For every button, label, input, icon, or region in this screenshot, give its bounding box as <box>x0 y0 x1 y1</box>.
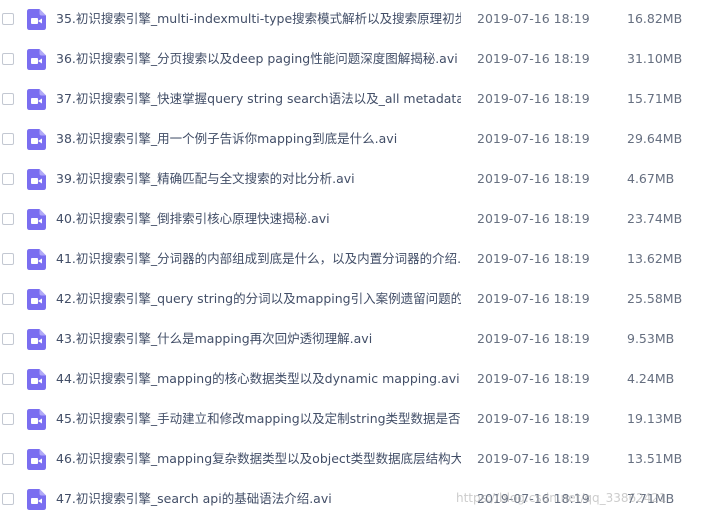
row-checkbox[interactable] <box>2 173 14 185</box>
file-name[interactable]: 39.初识搜索引擎_精确匹配与全文搜索的对比分析.avi <box>56 171 461 187</box>
file-row[interactable]: 37.初识搜索引擎_快速掌握query string search语法以及_al… <box>0 80 705 120</box>
file-size: 16.82MB <box>627 11 683 26</box>
file-row[interactable]: 40.初识搜索引擎_倒排索引核心原理快速揭秘.avi 2019-07-16 18… <box>0 200 705 240</box>
file-date: 2019-07-16 18:19 <box>477 91 590 106</box>
file-row[interactable]: 41.初识搜索引擎_分词器的内部组成到底是什么，以及内置分词器的介绍.avi 2… <box>0 240 705 280</box>
video-file-icon <box>27 489 46 510</box>
row-checkbox[interactable] <box>2 213 14 225</box>
file-name[interactable]: 35.初识搜索引擎_multi-indexmulti-type搜索模式解析以及搜… <box>56 11 461 27</box>
file-size: 9.53MB <box>627 331 675 346</box>
file-name[interactable]: 42.初识搜索引擎_query string的分词以及mapping引入案例遗留… <box>56 291 461 307</box>
file-date: 2019-07-16 18:19 <box>477 371 590 386</box>
file-date: 2019-07-16 18:19 <box>477 11 590 26</box>
file-name[interactable]: 36.初识搜索引擎_分页搜索以及deep paging性能问题深度图解揭秘.av… <box>56 51 461 67</box>
row-checkbox[interactable] <box>2 453 14 465</box>
file-row[interactable]: 36.初识搜索引擎_分页搜索以及deep paging性能问题深度图解揭秘.av… <box>0 40 705 80</box>
file-date: 2019-07-16 18:19 <box>477 51 590 66</box>
file-size: 15.71MB <box>627 91 683 106</box>
file-size: 13.51MB <box>627 451 683 466</box>
watermark: https://blog.csdn.net/qq_33862421 <box>456 491 667 505</box>
file-size: 25.58MB <box>627 291 683 306</box>
video-file-icon <box>27 369 46 390</box>
row-checkbox[interactable] <box>2 293 14 305</box>
file-date: 2019-07-16 18:19 <box>477 131 590 146</box>
video-file-icon <box>27 9 46 30</box>
file-size: 13.62MB <box>627 251 683 266</box>
row-checkbox[interactable] <box>2 53 14 65</box>
file-row[interactable]: 42.初识搜索引擎_query string的分词以及mapping引入案例遗留… <box>0 280 705 320</box>
file-date: 2019-07-16 18:19 <box>477 291 590 306</box>
file-name[interactable]: 46.初识搜索引擎_mapping复杂数据类型以及object类型数据底层结构大… <box>56 451 461 467</box>
row-checkbox[interactable] <box>2 253 14 265</box>
file-size: 29.64MB <box>627 131 683 146</box>
file-row[interactable]: 35.初识搜索引擎_multi-indexmulti-type搜索模式解析以及搜… <box>0 0 705 40</box>
file-row[interactable]: 39.初识搜索引擎_精确匹配与全文搜索的对比分析.avi 2019-07-16 … <box>0 160 705 200</box>
file-size: 31.10MB <box>627 51 683 66</box>
file-size: 4.24MB <box>627 371 675 386</box>
row-checkbox[interactable] <box>2 93 14 105</box>
file-list: 35.初识搜索引擎_multi-indexmulti-type搜索模式解析以及搜… <box>0 0 705 516</box>
row-checkbox[interactable] <box>2 373 14 385</box>
file-date: 2019-07-16 18:19 <box>477 171 590 186</box>
file-row[interactable]: 38.初识搜索引擎_用一个例子告诉你mapping到底是什么.avi 2019-… <box>0 120 705 160</box>
row-checkbox[interactable] <box>2 413 14 425</box>
file-name[interactable]: 43.初识搜索引擎_什么是mapping再次回炉透彻理解.avi <box>56 331 461 347</box>
video-file-icon <box>27 409 46 430</box>
video-file-icon <box>27 209 46 230</box>
file-row[interactable]: 43.初识搜索引擎_什么是mapping再次回炉透彻理解.avi 2019-07… <box>0 320 705 360</box>
video-file-icon <box>27 89 46 110</box>
file-date: 2019-07-16 18:19 <box>477 251 590 266</box>
file-name[interactable]: 40.初识搜索引擎_倒排索引核心原理快速揭秘.avi <box>56 211 461 227</box>
row-checkbox[interactable] <box>2 493 14 505</box>
video-file-icon <box>27 249 46 270</box>
video-file-icon <box>27 329 46 350</box>
file-row[interactable]: 44.初识搜索引擎_mapping的核心数据类型以及dynamic mappin… <box>0 360 705 400</box>
file-date: 2019-07-16 18:19 <box>477 451 590 466</box>
file-date: 2019-07-16 18:19 <box>477 331 590 346</box>
file-row[interactable]: 46.初识搜索引擎_mapping复杂数据类型以及object类型数据底层结构大… <box>0 440 705 480</box>
video-file-icon <box>27 289 46 310</box>
video-file-icon <box>27 49 46 70</box>
row-checkbox[interactable] <box>2 13 14 25</box>
file-row[interactable]: 45.初识搜索引擎_手动建立和修改mapping以及定制string类型数据是否… <box>0 400 705 440</box>
video-file-icon <box>27 169 46 190</box>
file-date: 2019-07-16 18:19 <box>477 211 590 226</box>
file-name[interactable]: 41.初识搜索引擎_分词器的内部组成到底是什么，以及内置分词器的介绍.avi <box>56 251 461 267</box>
file-name[interactable]: 45.初识搜索引擎_手动建立和修改mapping以及定制string类型数据是否… <box>56 411 461 427</box>
file-size: 23.74MB <box>627 211 683 226</box>
row-checkbox[interactable] <box>2 333 14 345</box>
video-file-icon <box>27 129 46 150</box>
file-size: 4.67MB <box>627 171 675 186</box>
video-file-icon <box>27 449 46 470</box>
file-name[interactable]: 47.初识搜索引擎_search api的基础语法介绍.avi <box>56 491 461 507</box>
file-name[interactable]: 37.初识搜索引擎_快速掌握query string search语法以及_al… <box>56 91 461 107</box>
row-checkbox[interactable] <box>2 133 14 145</box>
file-name[interactable]: 38.初识搜索引擎_用一个例子告诉你mapping到底是什么.avi <box>56 131 461 147</box>
file-name[interactable]: 44.初识搜索引擎_mapping的核心数据类型以及dynamic mappin… <box>56 371 461 387</box>
file-date: 2019-07-16 18:19 <box>477 411 590 426</box>
file-size: 19.13MB <box>627 411 683 426</box>
